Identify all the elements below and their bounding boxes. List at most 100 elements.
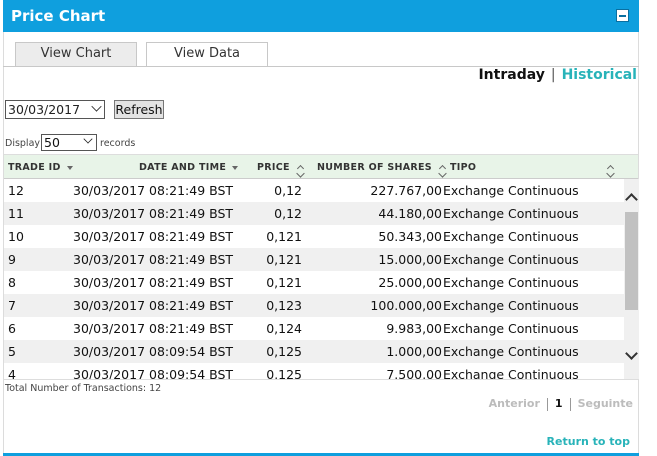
table-row[interactable]: 7 30/03/2017 08:21:49 BST 0,123 100.000,… bbox=[4, 294, 624, 317]
price-cell: 0,121 bbox=[266, 252, 302, 267]
price-cell: 0,125 bbox=[266, 367, 302, 379]
table-body: 12 30/03/2017 08:21:49 BST 0,12 227.767,… bbox=[4, 179, 624, 379]
range-switch: Intraday | Historical bbox=[478, 67, 637, 83]
shares-cell: 50.343,00 bbox=[378, 229, 442, 244]
column-label: NUMBER OF SHARES bbox=[317, 162, 432, 173]
range-separator: | bbox=[550, 67, 556, 83]
chevron-down-icon[interactable] bbox=[625, 347, 638, 360]
column-header-date-time[interactable]: DATE AND TIME bbox=[139, 162, 239, 173]
shares-cell: 1.000,00 bbox=[386, 344, 442, 359]
tipo-cell: Exchange Continuous bbox=[443, 275, 579, 290]
shares-cell: 25.000,00 bbox=[378, 275, 442, 290]
trade-id-cell: 5 bbox=[8, 344, 16, 359]
minimize-icon[interactable] bbox=[616, 9, 629, 22]
table-row[interactable]: 11 30/03/2017 08:21:49 BST 0,12 44.180,0… bbox=[4, 202, 624, 225]
sort-icon-glyph bbox=[606, 164, 615, 173]
current-page[interactable]: 1 bbox=[555, 397, 563, 410]
shares-cell: 15.000,00 bbox=[378, 252, 442, 267]
tab-view-data[interactable]: View Data bbox=[146, 42, 268, 67]
pagination-divider bbox=[569, 397, 571, 411]
tipo-cell: Exchange Continuous bbox=[443, 183, 579, 198]
tipo-cell: Exchange Continuous bbox=[443, 252, 579, 267]
trade-id-cell: 12 bbox=[8, 183, 24, 198]
tipo-cell: Exchange Continuous bbox=[443, 206, 579, 221]
table-row[interactable]: 12 30/03/2017 08:21:49 BST 0,12 227.767,… bbox=[4, 179, 624, 202]
shares-cell: 44.180,00 bbox=[378, 206, 442, 221]
next-page-link[interactable]: Seguinte bbox=[578, 397, 633, 410]
price-cell: 0,124 bbox=[266, 321, 302, 336]
datetime-cell: 30/03/2017 08:21:49 BST bbox=[73, 298, 234, 313]
date-select[interactable]: 30/03/2017 bbox=[5, 100, 105, 119]
date-select-value: 30/03/2017 bbox=[8, 102, 81, 117]
table-row[interactable]: 9 30/03/2017 08:21:49 BST 0,121 15.000,0… bbox=[4, 248, 624, 271]
records-per-page-select[interactable]: 50 bbox=[41, 134, 97, 151]
sort-icon[interactable] bbox=[606, 162, 615, 173]
sort-icon bbox=[438, 164, 446, 173]
column-header-number-of-shares[interactable]: NUMBER OF SHARES bbox=[317, 162, 446, 173]
chevron-down-icon bbox=[83, 134, 93, 144]
historical-link[interactable]: Historical bbox=[562, 67, 637, 83]
table-row[interactable]: 8 30/03/2017 08:21:49 BST 0,121 25.000,0… bbox=[4, 271, 624, 294]
previous-page-link[interactable]: Anterior bbox=[489, 397, 540, 410]
table-row[interactable]: 6 30/03/2017 08:21:49 BST 0,124 9.983,00… bbox=[4, 317, 624, 340]
tipo-cell: Exchange Continuous bbox=[443, 367, 579, 379]
sort-icon bbox=[296, 164, 304, 173]
price-cell: 0,125 bbox=[266, 344, 302, 359]
trade-id-cell: 9 bbox=[8, 252, 16, 267]
price-cell: 0,123 bbox=[266, 298, 302, 313]
display-label: Display bbox=[5, 138, 41, 149]
panel-title: Price Chart bbox=[11, 7, 106, 25]
tipo-cell: Exchange Continuous bbox=[443, 344, 579, 359]
table-row[interactable]: 4 30/03/2017 08:09:54 BST 0,125 7.500,00… bbox=[4, 363, 624, 379]
column-header-price[interactable]: PRICE bbox=[257, 162, 304, 173]
tipo-cell: Exchange Continuous bbox=[443, 298, 579, 313]
chevron-up-icon[interactable] bbox=[625, 193, 638, 206]
sort-down-icon bbox=[66, 165, 73, 170]
shares-cell: 9.983,00 bbox=[386, 321, 442, 336]
table-header: TRADE ID DATE AND TIME PRICE NUMBER OF S… bbox=[4, 154, 638, 179]
table-scrollbar[interactable] bbox=[624, 179, 639, 379]
price-chart-panel: Price Chart View Chart View Data Intrada… bbox=[3, 0, 639, 456]
datetime-cell: 30/03/2017 08:21:49 BST bbox=[73, 183, 234, 198]
datetime-cell: 30/03/2017 08:21:49 BST bbox=[73, 229, 234, 244]
table-divider bbox=[4, 379, 638, 380]
table-row[interactable]: 10 30/03/2017 08:21:49 BST 0,121 50.343,… bbox=[4, 225, 624, 248]
pagination-divider bbox=[546, 397, 548, 411]
shares-cell: 7.500,00 bbox=[386, 367, 442, 379]
column-label: PRICE bbox=[257, 162, 290, 173]
trade-id-cell: 10 bbox=[8, 229, 24, 244]
scrollbar-thumb[interactable] bbox=[625, 212, 638, 310]
panel-header: Price Chart bbox=[3, 0, 639, 32]
price-cell: 0,121 bbox=[266, 229, 302, 244]
datetime-cell: 30/03/2017 08:21:49 BST bbox=[73, 206, 234, 221]
trade-id-cell: 4 bbox=[8, 367, 16, 379]
column-header-tipo[interactable]: TIPO bbox=[450, 162, 476, 173]
price-cell: 0,12 bbox=[274, 183, 302, 198]
trade-id-cell: 11 bbox=[8, 206, 24, 221]
refresh-button[interactable]: Refresh bbox=[114, 100, 164, 119]
tipo-cell: Exchange Continuous bbox=[443, 321, 579, 336]
tab-view-chart[interactable]: View Chart bbox=[15, 42, 137, 66]
datetime-cell: 30/03/2017 08:21:49 BST bbox=[73, 321, 234, 336]
shares-cell: 227.767,00 bbox=[370, 183, 442, 198]
return-to-top-link[interactable]: Return to top bbox=[547, 435, 630, 448]
trade-id-cell: 7 bbox=[8, 298, 16, 313]
tipo-cell: Exchange Continuous bbox=[443, 229, 579, 244]
price-cell: 0,121 bbox=[266, 275, 302, 290]
column-label: TRADE ID bbox=[8, 162, 61, 173]
datetime-cell: 30/03/2017 08:21:49 BST bbox=[73, 275, 234, 290]
intraday-link[interactable]: Intraday bbox=[478, 67, 544, 83]
records-per-page-value: 50 bbox=[44, 135, 60, 150]
sort-down-icon bbox=[232, 165, 239, 170]
datetime-cell: 30/03/2017 08:21:49 BST bbox=[73, 252, 234, 267]
total-transactions: Total Number of Transactions: 12 bbox=[5, 383, 162, 394]
column-header-trade-id[interactable]: TRADE ID bbox=[8, 162, 73, 173]
table-row[interactable]: 5 30/03/2017 08:09:54 BST 0,125 1.000,00… bbox=[4, 340, 624, 363]
price-cell: 0,12 bbox=[274, 206, 302, 221]
shares-cell: 100.000,00 bbox=[370, 298, 442, 313]
pagination: Anterior 1 Seguinte bbox=[489, 397, 633, 411]
datetime-cell: 30/03/2017 08:09:54 BST bbox=[73, 344, 234, 359]
chevron-down-icon bbox=[91, 101, 102, 112]
datetime-cell: 30/03/2017 08:09:54 BST bbox=[73, 367, 234, 379]
records-label: records bbox=[100, 138, 136, 149]
